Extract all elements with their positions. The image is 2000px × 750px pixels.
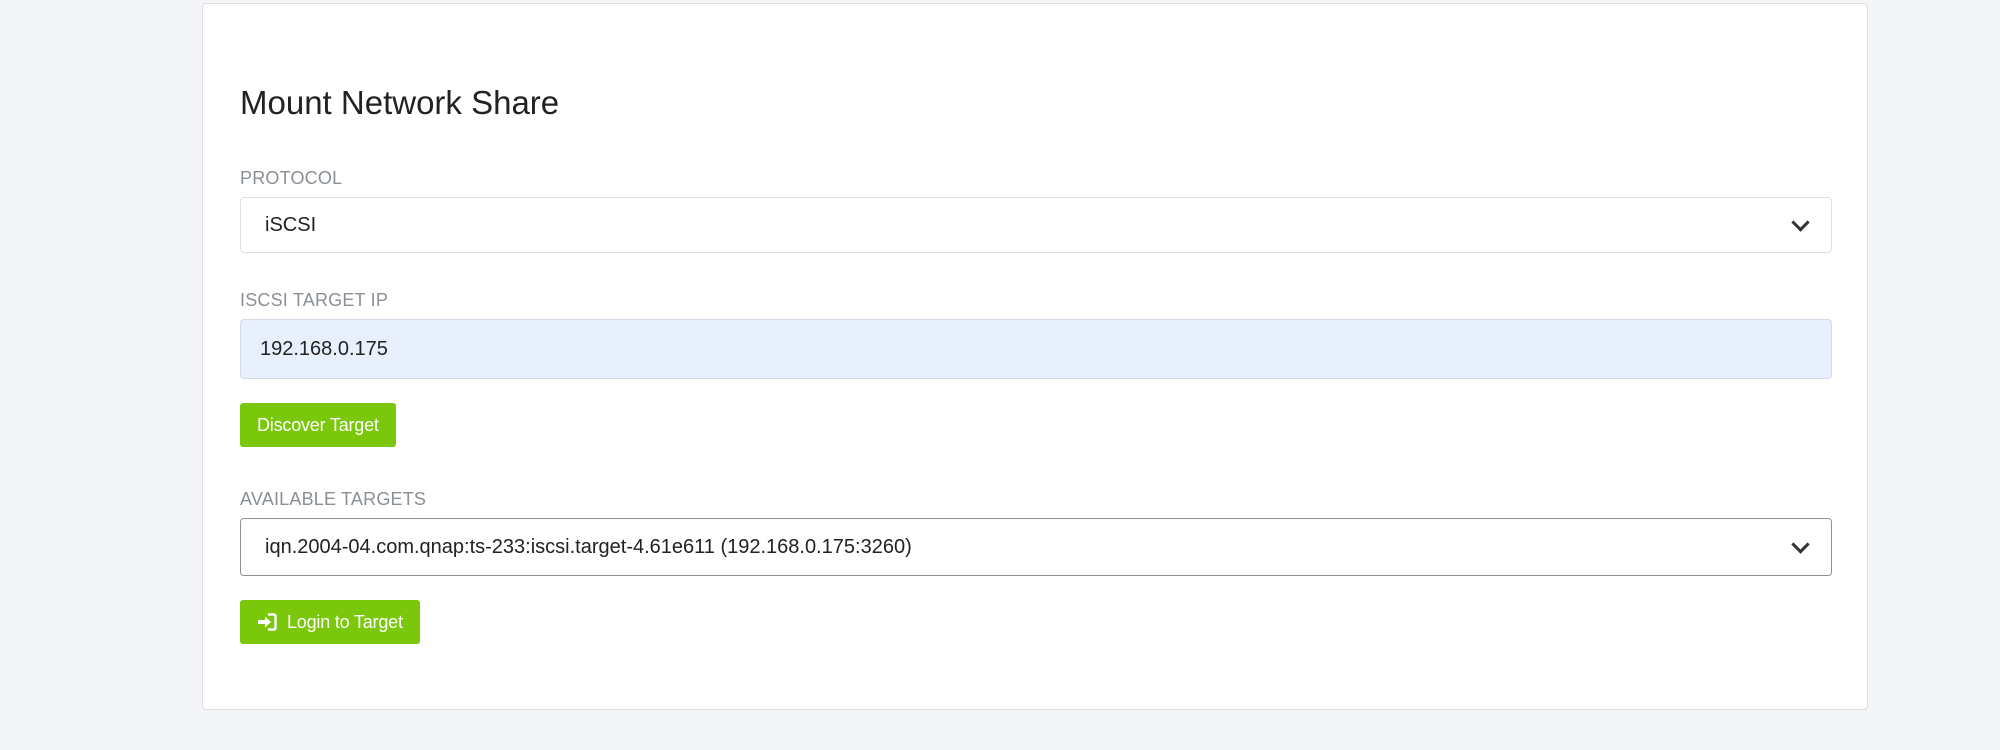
discover-target-button[interactable]: Discover Target xyxy=(240,403,396,447)
available-targets-label: AVAILABLE TARGETS xyxy=(240,489,427,509)
chevron-down-icon xyxy=(1791,534,1810,554)
target-ip-label: ISCSI TARGET IP xyxy=(240,290,389,310)
mount-network-share-card: Mount Network Share PROTOCOL iSCSI ISCSI… xyxy=(202,3,1868,710)
available-targets-select-value: iqn.2004-04.com.qnap:ts-233:iscsi.target… xyxy=(265,535,912,558)
protocol-select[interactable]: iSCSI xyxy=(240,197,1832,253)
protocol-select-value: iSCSI xyxy=(265,213,317,236)
login-to-target-label: Login to Target xyxy=(287,611,403,632)
page-title: Mount Network Share xyxy=(240,84,560,121)
target-ip-input[interactable]: 192.168.0.175 xyxy=(240,319,1832,379)
available-targets-select[interactable]: iqn.2004-04.com.qnap:ts-233:iscsi.target… xyxy=(240,518,1832,576)
protocol-label: PROTOCOL xyxy=(240,168,343,188)
login-to-target-button[interactable]: Login to Target xyxy=(240,600,420,644)
sign-in-icon xyxy=(258,613,277,631)
target-ip-value: 192.168.0.175 xyxy=(260,337,388,360)
chevron-down-icon xyxy=(1791,212,1810,232)
